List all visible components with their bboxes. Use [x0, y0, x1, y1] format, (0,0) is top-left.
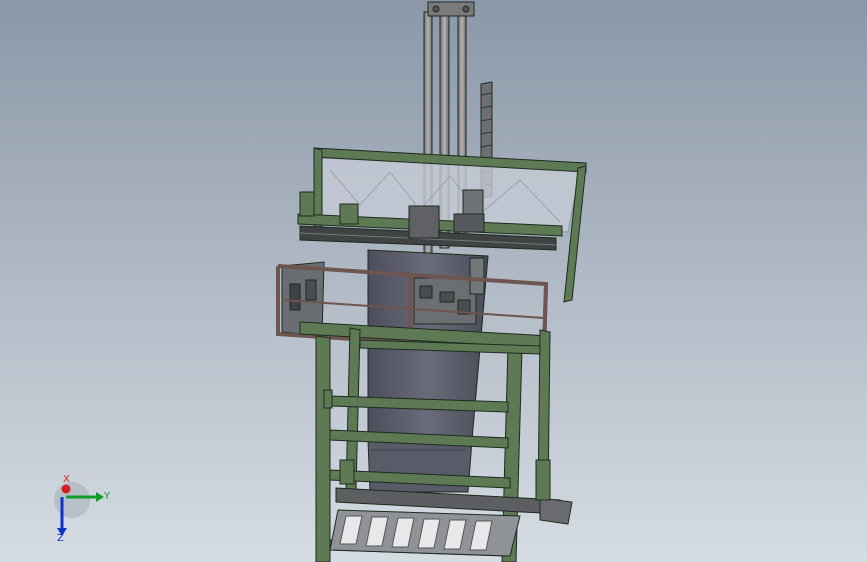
triad-origin-shadow — [54, 482, 90, 518]
side-bracket — [535, 459, 551, 501]
rod-top-bolt — [432, 5, 440, 13]
cad-3d-viewport[interactable]: X Y Z — [0, 0, 867, 562]
x-axis-marker — [61, 484, 71, 494]
corner-bracket — [339, 203, 359, 225]
carriage-plate — [453, 213, 485, 233]
rod-top-bolt — [462, 5, 470, 13]
leg-front-left — [315, 335, 331, 562]
y-axis-label: Y — [103, 491, 111, 502]
z-axis-label: Z — [57, 533, 64, 544]
corner-bracket — [299, 191, 315, 217]
model-canvas[interactable]: X Y Z — [0, 0, 867, 562]
carriage-block — [408, 205, 440, 239]
side-bracket — [323, 389, 333, 409]
x-axis-label: X — [63, 474, 70, 485]
carriage-motor — [462, 189, 484, 217]
side-bracket — [339, 459, 355, 485]
